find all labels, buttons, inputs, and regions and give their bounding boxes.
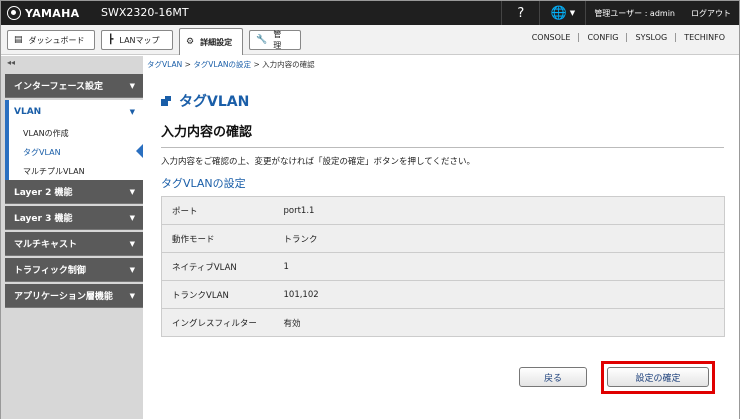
collapse-sidebar-button[interactable]: ◂◂	[1, 56, 143, 72]
breadcrumb-separator: >	[184, 60, 191, 69]
techinfo-link[interactable]: TECHINFO	[675, 33, 733, 42]
chevron-down-icon: ▼	[129, 187, 135, 196]
settings-table: ポート port1.1 動作モード トランク ネイティブVLAN 1 トランクV…	[161, 196, 725, 337]
sidebar-item-layer2[interactable]: Layer 2 機能 ▼	[5, 180, 143, 204]
dashboard-icon: ▤	[14, 35, 23, 45]
row-key: トランクVLAN	[161, 280, 274, 309]
tab-label: ダッシュボード	[28, 35, 85, 45]
sidebar-subitem-tag-vlan[interactable]: タグVLAN	[23, 147, 61, 158]
breadcrumb-current: 入力内容の確認	[262, 60, 315, 69]
breadcrumb-tag-vlan[interactable]: タグVLAN	[147, 60, 182, 69]
row-key: ネイティブVLAN	[161, 252, 274, 281]
row-key: イングレスフィルター	[161, 308, 274, 337]
selection-marker	[136, 144, 143, 158]
row-value: 101,102	[273, 280, 725, 309]
sidebar-item-traffic[interactable]: トラフィック制御 ▼	[5, 258, 143, 282]
sidebar-item-label: インターフェース設定	[14, 82, 104, 92]
syslog-link[interactable]: SYSLOG	[626, 33, 675, 42]
gear-icon: ⚙	[186, 37, 195, 47]
breadcrumb: タグVLAN > タグVLANの設定 > 入力内容の確認	[147, 59, 315, 70]
globe-icon: 🌐	[550, 5, 567, 21]
tab-dashboard[interactable]: ▤ ダッシュボード	[7, 30, 95, 50]
lanmap-icon: ┣	[108, 35, 114, 45]
sidebar-item-layer3[interactable]: Layer 3 機能 ▼	[5, 206, 143, 230]
divider	[161, 147, 724, 148]
row-value: 有効	[273, 308, 725, 337]
row-value: トランク	[273, 224, 725, 253]
sidebar-item-application[interactable]: アプリケーション層機能 ▼	[5, 284, 143, 308]
language-button[interactable]: 🌐 ▼	[539, 1, 585, 25]
chevron-down-icon: ▼	[129, 213, 135, 222]
chevron-down-icon: ▼	[129, 265, 135, 274]
help-icon[interactable]: ?	[501, 1, 539, 25]
tab-lanmap[interactable]: ┣ LANマップ	[101, 30, 173, 50]
chevron-down-icon: ▼	[129, 107, 135, 116]
table-row: トランクVLAN 101,102	[161, 280, 725, 309]
sidebar-subitem-vlan-create[interactable]: VLANの作成	[23, 128, 69, 139]
description-text: 入力内容をご確認の上、変更がなければ「設定の確定」ボタンを押してください。	[161, 157, 475, 167]
table-row: 動作モード トランク	[161, 224, 725, 253]
table-row: ネイティブVLAN 1	[161, 252, 725, 281]
row-key: 動作モード	[161, 224, 274, 253]
highlight-box	[601, 361, 715, 394]
sidebar-item-label: トラフィック制御	[14, 266, 86, 276]
sidebar-item-label: VLAN	[14, 106, 42, 117]
sidebar-item-label: マルチキャスト	[14, 240, 78, 250]
table-row: ポート port1.1	[161, 196, 725, 225]
toolbar: ▤ ダッシュボード ┣ LANマップ ⚙ 詳細設定 🔧 管 理 CONSOLE …	[1, 25, 739, 55]
chevron-down-icon: ▼	[129, 291, 135, 300]
tab-management[interactable]: 🔧 管 理	[249, 30, 301, 50]
console-link[interactable]: CONSOLE	[524, 33, 579, 42]
settings-subtitle: タグVLANの設定	[161, 177, 246, 190]
wrench-icon: 🔧	[256, 35, 268, 45]
sidebar-item-label: Layer 3 機能	[14, 214, 73, 224]
sidebar-item-multicast[interactable]: マルチキャスト ▼	[5, 232, 143, 256]
page-title-text: タグVLAN	[179, 94, 250, 110]
table-row: イングレスフィルター 有効	[161, 308, 725, 337]
sidebar: ◂◂ インターフェース設定 ▼ VLAN ▼ VLANの作成 タグVLAN マル…	[1, 56, 143, 419]
sidebar-item-interface[interactable]: インターフェース設定 ▼	[5, 74, 143, 98]
row-key: ポート	[161, 196, 274, 225]
tab-label: LANマップ	[119, 35, 160, 45]
vlan-submenu: VLANの作成 タグVLAN マルチプルVLAN	[5, 122, 143, 180]
logout-link[interactable]: ログアウト	[683, 1, 739, 25]
page-title: タグVLAN	[161, 91, 249, 111]
chevron-down-icon: ▼	[129, 239, 135, 248]
row-value: 1	[273, 252, 725, 281]
sidebar-item-label: Layer 2 機能	[14, 188, 73, 198]
yamaha-logo: YAMAHA	[7, 5, 79, 21]
model-name: SWX2320-16MT	[101, 6, 189, 19]
breadcrumb-separator: >	[253, 60, 260, 69]
chevron-down-icon: ▼	[569, 9, 576, 17]
breadcrumb-tag-vlan-settings[interactable]: タグVLANの設定	[193, 60, 251, 69]
row-value: port1.1	[273, 196, 725, 225]
page-title-icon	[161, 96, 171, 106]
sidebar-item-vlan[interactable]: VLAN ▼	[5, 100, 143, 124]
back-button[interactable]: 戻る	[519, 367, 587, 387]
brand-name: YAMAHA	[25, 6, 80, 20]
tool-links: CONSOLE CONFIG SYSLOG TECHINFO	[524, 33, 733, 42]
tab-label: 詳細設定	[200, 37, 233, 47]
user-label: 管理ユーザー : admin	[585, 1, 683, 25]
tab-label: 管 理	[273, 30, 290, 50]
sidebar-subitem-multiple-vlan[interactable]: マルチプルVLAN	[23, 166, 85, 177]
yamaha-logo-icon	[7, 6, 21, 20]
top-bar: YAMAHA SWX2320-16MT ? 🌐 ▼ 管理ユーザー : admin …	[1, 1, 739, 25]
chevron-down-icon: ▼	[129, 81, 135, 90]
section-title: 入力内容の確認	[161, 125, 253, 140]
config-link[interactable]: CONFIG	[578, 33, 626, 42]
tab-advanced-settings[interactable]: ⚙ 詳細設定	[179, 28, 243, 55]
sidebar-item-label: アプリケーション層機能	[14, 292, 113, 302]
